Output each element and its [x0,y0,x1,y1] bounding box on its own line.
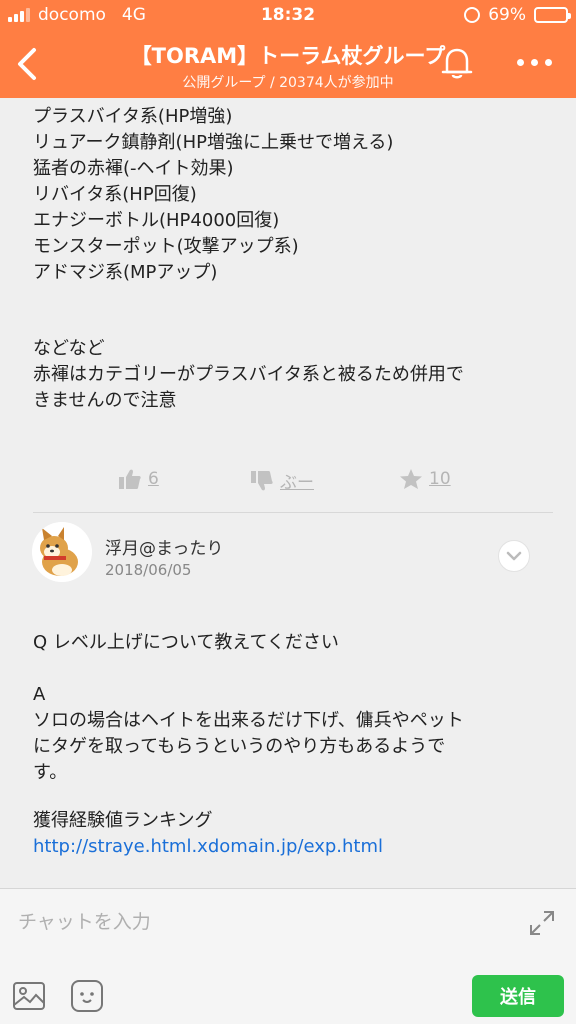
post1-footer-line: きませんので注意 [33,390,177,411]
status-bar: docomo 4G 18:32 69% [0,0,576,30]
post1-reactions: 6 ぶー 10 [0,468,576,498]
group-subtitle: 公開グループ / 20374人が参加中 [182,75,394,91]
image-icon [13,982,45,1010]
status-right: 69% [464,5,571,25]
group-header: 【TORAM】トーラム杖グループ 公開グループ / 20374人が参加中 [0,30,576,98]
send-button[interactable]: 送信 [472,975,564,1017]
chevron-left-icon [18,48,36,80]
battery-icon [534,7,571,23]
more-dots-icon [516,58,524,66]
like-count: 6 [148,469,159,489]
post2-answer: A ソロの場合はヘイトを出来るだけ下げ、傭兵やペット にタゲを取ってもらうという… [33,682,553,786]
dog-avatar-icon [32,522,92,582]
star-icon [400,469,422,489]
battery-percent: 69% [488,5,526,25]
post-menu-button[interactable] [498,540,530,572]
thumbs-down-icon [251,470,273,490]
sticker-icon [71,980,103,1012]
post1-item-list: プラスバイタ系(HP増強) リュアーク鎮静剤(HP増強に上乗せで増える) 猛者の… [33,104,553,286]
ranking-label: 獲得経験値ランキング [33,810,213,831]
post-date: 2018/06/05 [105,561,192,579]
boo-button[interactable]: ぶー [250,468,314,493]
chevron-down-icon [506,551,522,561]
expand-icon [530,911,554,935]
chat-input[interactable]: チャットを入力 [18,907,151,934]
boo-label: ぶー [280,473,314,493]
image-attach-button[interactable] [12,981,46,1011]
chat-content[interactable]: プラスバイタ系(HP増強) リュアーク鎮静剤(HP増強に上乗せで増える) 猛者の… [0,98,576,888]
answer-line: にタゲを取ってもらうというのやり方もあるようで [33,736,446,757]
favorite-count: 10 [429,469,451,489]
like-button[interactable]: 6 [118,468,159,490]
post2-ranking: 獲得経験値ランキング http://straye.html.xdomain.jp… [33,808,553,860]
more-dot [544,58,552,66]
answer-line: す。 [33,762,68,783]
post1-line: モンスターポット(攻撃アップ系) [33,236,299,257]
thumbs-up-icon [119,469,141,489]
back-button[interactable] [12,44,42,84]
post1-footer-line: などなど [33,338,105,359]
post2-question: Q レベル上げについて教えてください [33,632,339,653]
post1-footer-line: 赤褌はカテゴリーがプラスバイタ系と被るため併用で [33,364,464,385]
header-title-block: 【TORAM】トーラム杖グループ 公開グループ / 20374人が参加中 [100,40,476,92]
sticker-button[interactable] [70,979,104,1013]
post1-line: プラスバイタ系(HP増強) [33,106,233,127]
more-options-button[interactable] [512,52,556,72]
top-bar: docomo 4G 18:32 69% 【TORAM】トーラム杖グループ 公開グ… [0,0,576,98]
rotation-lock-icon [464,7,481,23]
chat-composer: チャットを入力 送信 [0,888,576,1024]
answer-label: A [33,684,46,705]
expand-input-button[interactable] [528,909,556,937]
post1-line: リバイタ系(HP回復) [33,184,197,205]
avatar[interactable] [32,522,92,582]
notification-button[interactable] [440,44,474,82]
bell-icon [441,48,473,79]
answer-line: ソロの場合はヘイトを出来るだけ下げ、傭兵やペット [33,710,464,731]
post1-footer-text: などなど 赤褌はカテゴリーがプラスバイタ系と被るため併用で きませんので注意 [33,336,553,414]
post1-line: アドマジ系(MPアップ) [33,262,218,283]
group-title: 【TORAM】トーラム杖グループ [130,44,446,68]
post1-line: 猛者の赤褌(-ヘイト効果) [33,158,234,179]
post-divider [33,512,553,513]
favorite-button[interactable]: 10 [399,468,451,490]
post-author[interactable]: 浮月@まったり [105,534,223,559]
post1-line: エナジーボトル(HP4000回復) [33,210,280,231]
post1-line: リュアーク鎮静剤(HP増強に上乗せで増える) [33,132,394,153]
more-dot [530,58,538,66]
ranking-link[interactable]: http://straye.html.xdomain.jp/exp.html [33,834,553,860]
